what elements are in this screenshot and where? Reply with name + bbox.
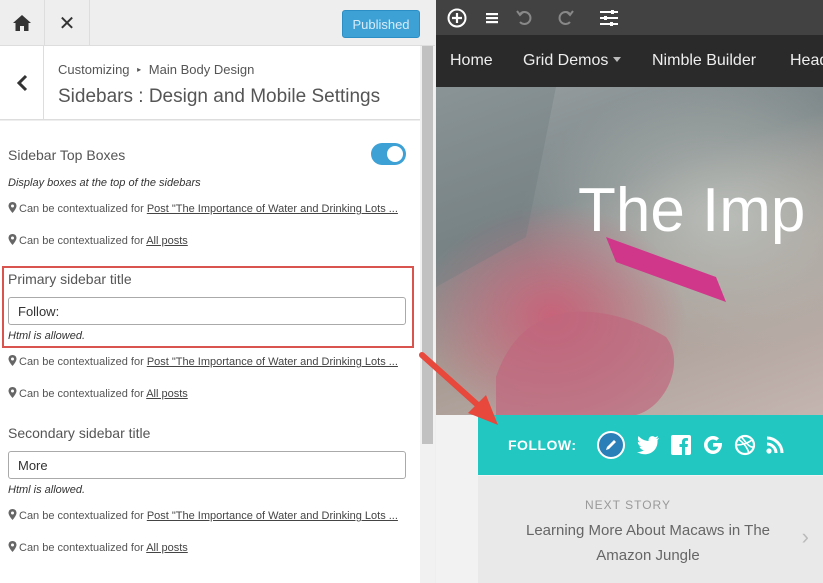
secondary-title-label: Secondary sidebar title <box>8 425 151 441</box>
map-pin-icon <box>8 509 17 520</box>
top-boxes-description: Display boxes at the top of the sidebars <box>8 177 201 189</box>
dribbble-icon <box>734 434 756 456</box>
primary-title-input[interactable] <box>8 297 406 325</box>
customizer-topbar: ✕ Published <box>0 0 435 46</box>
next-story-box[interactable]: NEXT STORY Learning More About Macaws in… <box>478 476 823 583</box>
top-boxes-title: Sidebar Top Boxes <box>8 147 126 163</box>
context-all-posts-link[interactable]: All posts <box>146 388 188 400</box>
context-prefix: Can be contextualized for <box>19 356 144 368</box>
rss-icon <box>766 436 784 454</box>
top-boxes-context-post: Can be contextualized for Post "The Impo… <box>8 201 408 217</box>
primary-title-label: Primary sidebar title <box>8 271 132 287</box>
primary-context-post: Can be contextualized for Post "The Impo… <box>8 354 408 370</box>
page-title: Sidebars : Design and Mobile Settings <box>58 86 381 107</box>
next-story-label: NEXT STORY <box>584 498 672 512</box>
top-boxes-toggle[interactable] <box>371 143 406 165</box>
close-icon: ✕ <box>58 12 76 35</box>
twitter-link[interactable] <box>634 431 662 459</box>
toggle-knob <box>387 146 403 162</box>
annotation-arrow <box>419 352 498 425</box>
undo-button[interactable] <box>514 7 536 29</box>
google-link[interactable] <box>699 431 727 459</box>
facebook-icon <box>671 435 691 455</box>
customizer-panel: ✕ Published Customizing ▸ Main Body Desi… <box>0 0 435 583</box>
context-post-link[interactable]: Post "The Importance of Water and Drinki… <box>147 203 398 215</box>
site-nav: Home Grid Demos Nimble Builder Head <box>436 35 823 87</box>
settings-button[interactable] <box>598 7 620 29</box>
add-icon <box>447 8 467 28</box>
edit-icon <box>606 440 616 450</box>
redo-icon <box>558 10 574 25</box>
preview-toolbar <box>436 0 823 35</box>
context-prefix: Can be contextualized for <box>19 510 144 522</box>
chevron-right-icon[interactable]: › <box>802 524 809 550</box>
menu-icon <box>486 13 498 24</box>
breadcrumb: Customizing ▸ Main Body Design <box>58 62 254 77</box>
nav-nimble-builder[interactable]: Nimble Builder <box>652 52 756 70</box>
secondary-context-all: Can be contextualized for All posts <box>8 540 408 556</box>
chevron-left-icon <box>16 74 27 92</box>
menu-button[interactable] <box>481 7 503 29</box>
breadcrumb-section: Main Body Design <box>148 62 255 77</box>
map-pin-icon <box>8 234 17 245</box>
context-prefix: Can be contextualized for <box>19 203 144 215</box>
site-preview: Home Grid Demos Nimble Builder Head The … <box>436 0 823 583</box>
secondary-context-post: Can be contextualized for Post "The Impo… <box>8 508 408 524</box>
context-post-link[interactable]: Post "The Importance of Water and Drinki… <box>147 356 398 368</box>
google-icon <box>704 436 723 454</box>
controls-area: Sidebar Top Boxes Display boxes at the t… <box>0 121 420 583</box>
next-story-title[interactable]: Learning More About Macaws in The Amazon… <box>508 518 788 568</box>
follow-label: FOLLOW: <box>508 437 577 453</box>
nav-header[interactable]: Head <box>790 52 823 70</box>
twitter-icon <box>637 436 659 455</box>
nav-home[interactable]: Home <box>450 52 493 70</box>
context-prefix: Can be contextualized for <box>19 388 144 400</box>
hero-title: The Imp <box>578 176 806 245</box>
settings-sliders-icon <box>600 10 618 26</box>
sidebar-follow-box: FOLLOW: <box>478 415 823 475</box>
secondary-title-input[interactable] <box>8 451 406 479</box>
home-button[interactable] <box>0 0 45 46</box>
rss-link[interactable] <box>761 431 789 459</box>
context-all-posts-link[interactable]: All posts <box>146 235 188 247</box>
primary-help: Html is allowed. <box>8 330 86 342</box>
map-pin-icon <box>8 202 17 213</box>
publish-button[interactable]: Published <box>342 10 420 38</box>
map-pin-icon <box>8 355 17 366</box>
context-all-posts-link[interactable]: All posts <box>146 542 188 554</box>
context-post-link[interactable]: Post "The Importance of Water and Drinki… <box>147 510 398 522</box>
add-button[interactable] <box>446 7 468 29</box>
section-header: Customizing ▸ Main Body Design Sidebars … <box>0 46 420 120</box>
map-pin-icon <box>8 387 17 398</box>
context-prefix: Can be contextualized for <box>19 235 144 247</box>
breadcrumb-separator: ▸ <box>137 65 142 74</box>
dribbble-link[interactable] <box>731 431 759 459</box>
top-boxes-context-all: Can be contextualized for All posts <box>8 233 408 249</box>
facebook-link[interactable] <box>667 431 695 459</box>
context-prefix: Can be contextualized for <box>19 542 144 554</box>
map-pin-icon <box>8 541 17 552</box>
chevron-down-icon <box>613 57 622 62</box>
secondary-help: Html is allowed. <box>8 484 86 496</box>
home-icon <box>13 15 31 31</box>
undo-icon <box>516 10 532 25</box>
nav-grid-demos-label: Grid Demos <box>523 52 609 69</box>
nav-grid-demos[interactable]: Grid Demos <box>523 52 622 70</box>
back-button[interactable] <box>0 46 44 120</box>
breadcrumb-root: Customizing <box>58 62 130 77</box>
edit-icon-button[interactable] <box>597 431 625 459</box>
panel-scrollbar[interactable] <box>420 46 435 583</box>
primary-context-all: Can be contextualized for All posts <box>8 386 408 402</box>
redo-button[interactable] <box>554 7 576 29</box>
close-button[interactable]: ✕ <box>45 0 90 46</box>
